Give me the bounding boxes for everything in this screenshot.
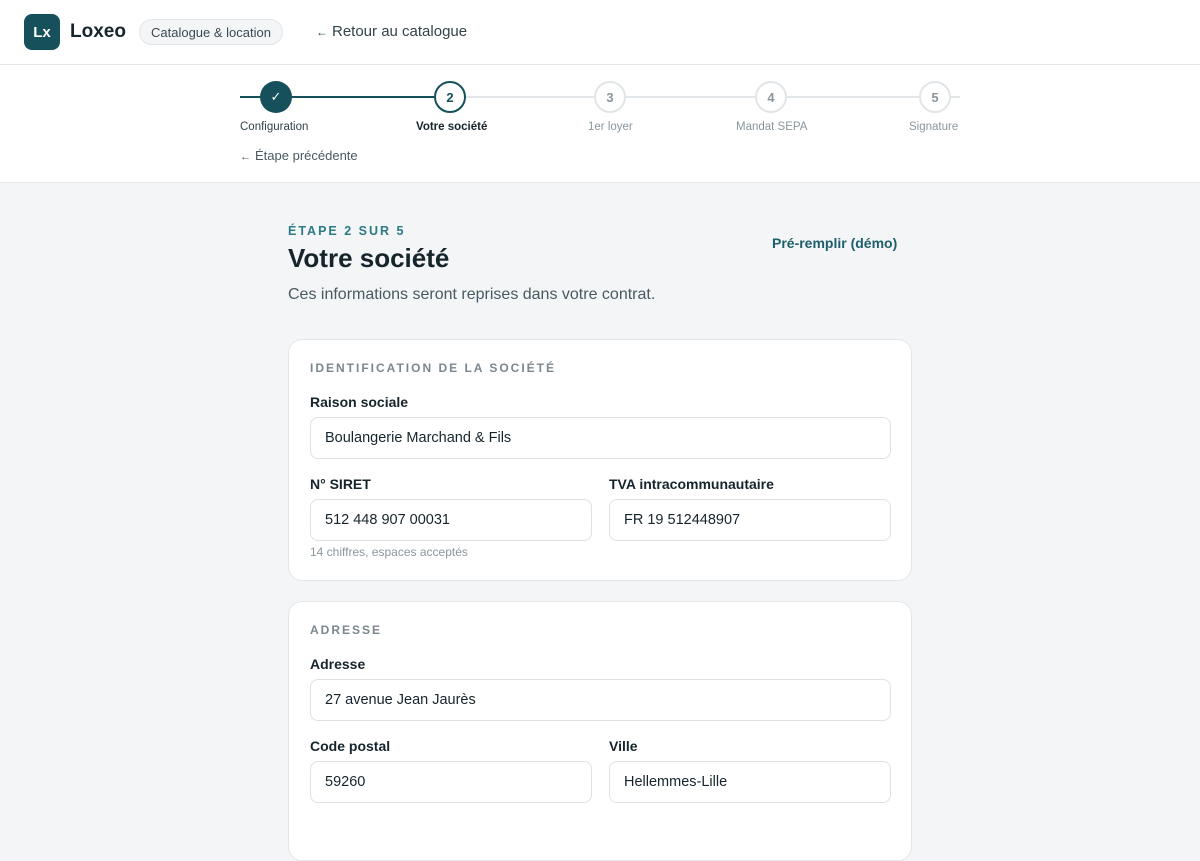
step-counter: ÉTAPE 2 SUR 5 <box>288 224 406 238</box>
step-1-label: Configuration <box>240 121 309 133</box>
step-2-label: Votre société <box>416 121 488 133</box>
step-1-circle[interactable]: ✓ <box>260 81 292 113</box>
section-title: IDENTIFICATION DE LA SOCIÉTÉ <box>310 361 557 375</box>
raison-sociale-input[interactable] <box>310 417 891 459</box>
city-label: Ville <box>609 738 638 754</box>
brand-name: Loxeo <box>70 21 126 42</box>
step-2-circle: 2 <box>434 81 466 113</box>
arrow-left-icon: ← <box>240 151 251 163</box>
tva-label: TVA intracommunautaire <box>609 476 774 492</box>
address-input[interactable] <box>310 679 891 721</box>
section-title: ADRESSE <box>310 623 383 637</box>
step-3-circle: 3 <box>594 81 626 113</box>
step-5-circle: 5 <box>919 81 951 113</box>
top-bar: Lx Loxeo Catalogue & location ← Retour au… <box>0 0 1200 65</box>
tva-input[interactable] <box>609 499 891 541</box>
city-input[interactable] <box>609 761 891 803</box>
step-3-label: 1er loyer <box>588 121 633 133</box>
siret-input[interactable] <box>310 499 592 541</box>
identification-card: IDENTIFICATION DE LA SOCIÉTÉ Raison soci… <box>288 339 912 581</box>
back-to-catalogue-label: Retour au catalogue <box>332 23 468 40</box>
siret-hint: 14 chiffres, espaces acceptés <box>310 545 468 559</box>
previous-step-label: Étape précédente <box>255 148 358 163</box>
previous-step-link[interactable]: ← Étape précédente <box>240 148 358 163</box>
page-subtitle: Ces informations seront reprises dans vo… <box>288 286 656 303</box>
step-4-circle: 4 <box>755 81 787 113</box>
catalogue-badge: Catalogue & location <box>139 19 283 45</box>
check-icon: ✓ <box>270 89 282 104</box>
page-title: Votre société <box>288 243 450 273</box>
address-card: ADRESSE Adresse Code postal Ville <box>288 601 912 861</box>
address-label: Adresse <box>310 656 366 672</box>
logo[interactable]: Lx <box>24 14 60 50</box>
back-to-catalogue-link[interactable]: ← Retour au catalogue <box>316 22 467 42</box>
raison-sociale-label: Raison sociale <box>310 394 409 410</box>
step-4-label: Mandat SEPA <box>736 121 808 133</box>
arrow-left-icon: ← <box>316 25 328 39</box>
postal-code-label: Code postal <box>310 738 391 754</box>
siret-label: N° SIRET <box>310 476 371 492</box>
step-5-label: Signature <box>909 121 959 133</box>
prefill-demo-button[interactable]: Pré-remplir (démo) <box>772 235 897 251</box>
postal-code-input[interactable] <box>310 761 592 803</box>
stepper: ✓ Configuration 2 Votre société 3 1er lo… <box>0 65 1200 183</box>
